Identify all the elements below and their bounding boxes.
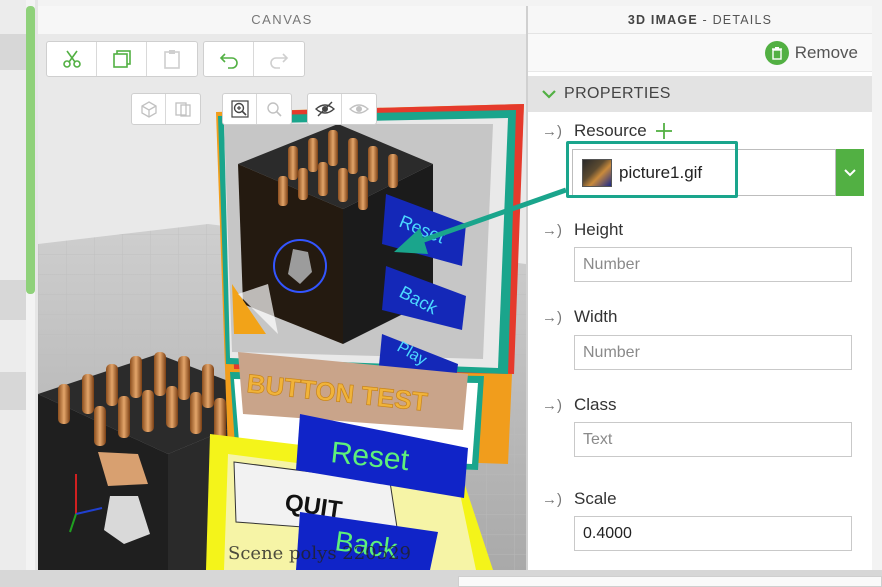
height-field: →) Height Number (542, 218, 868, 282)
copy-icon (112, 50, 131, 68)
class-label: Class (574, 395, 617, 414)
left-sidebar-strip (0, 0, 26, 587)
cube-view-button[interactable] (132, 94, 166, 124)
cut-button[interactable] (47, 42, 97, 76)
resource-dropdown-button[interactable] (836, 149, 864, 196)
split-view-button[interactable] (166, 94, 200, 124)
redo-button[interactable] (254, 42, 304, 76)
copy-button[interactable] (97, 42, 147, 76)
left-band (0, 372, 26, 410)
remove-row: Remove (528, 34, 872, 72)
trash-icon (764, 40, 789, 65)
width-field: →) Width Number (542, 305, 868, 370)
undo-icon (219, 53, 238, 69)
hide-button[interactable] (308, 94, 342, 124)
height-label: Height (574, 220, 624, 239)
binding-arrow-icon[interactable]: →) (542, 491, 566, 508)
paste-icon (164, 50, 180, 69)
properties-section-header[interactable]: PROPERTIES (528, 76, 872, 112)
binding-arrow-icon[interactable]: →) (542, 123, 566, 140)
width-input[interactable]: Number (574, 335, 852, 370)
view-toolbar-a (131, 93, 201, 125)
zoom-in-button[interactable] (223, 94, 257, 124)
class-field: →) Class Text (542, 393, 868, 457)
paste-button[interactable] (147, 42, 197, 76)
canvas-title: CANVAS (38, 6, 526, 34)
scene-poly-count: Scene polys 220529 (228, 543, 411, 564)
show-button[interactable] (342, 94, 376, 124)
scale-field: →) Scale 0.4000 (542, 487, 868, 551)
width-label: Width (574, 307, 618, 326)
edit-toolbar (46, 41, 198, 77)
remove-label: Remove (794, 42, 858, 62)
status-bar (0, 570, 882, 587)
height-input[interactable]: Number (574, 247, 852, 282)
left-band (0, 280, 26, 320)
add-icon[interactable] (655, 122, 673, 140)
callout-highlight (566, 141, 738, 198)
scissors-icon (62, 50, 81, 68)
remove-button[interactable]: Remove (764, 40, 858, 65)
details-header: 3D IMAGE - DETAILS (528, 6, 872, 34)
undo-button[interactable] (204, 42, 254, 76)
chevron-down-icon (844, 168, 856, 176)
resource-label: Resource (574, 121, 647, 140)
view-toolbar-b (222, 93, 292, 125)
scale-input[interactable]: 0.4000 (574, 516, 852, 551)
show-icon (349, 104, 369, 114)
binding-arrow-icon[interactable]: →) (542, 222, 566, 239)
zoom-fit-icon (267, 102, 282, 117)
details-panel: 3D IMAGE - DETAILS Remove PROPERTIES →) … (528, 6, 872, 570)
left-band (0, 34, 26, 70)
details-type: 3D IMAGE (627, 13, 698, 27)
cube-icon (140, 101, 157, 118)
chevron-down-icon (542, 90, 556, 99)
scale-label: Scale (574, 489, 617, 508)
split-view-icon (175, 102, 191, 117)
zoom-fit-button[interactable] (257, 94, 291, 124)
details-suffix: - DETAILS (697, 13, 773, 27)
binding-arrow-icon[interactable]: →) (542, 309, 566, 326)
binding-arrow-icon[interactable]: →) (542, 397, 566, 414)
resource-field: →) Resource (542, 119, 868, 143)
bottom-panel-tab (458, 576, 882, 587)
view-toolbar-c (307, 93, 377, 125)
left-scrollbar[interactable] (26, 6, 35, 294)
properties-label: PROPERTIES (564, 85, 671, 102)
class-input[interactable]: Text (574, 422, 852, 457)
hide-icon (314, 101, 335, 117)
history-toolbar (203, 41, 305, 77)
zoom-in-icon (230, 100, 249, 118)
redo-icon (270, 53, 289, 69)
